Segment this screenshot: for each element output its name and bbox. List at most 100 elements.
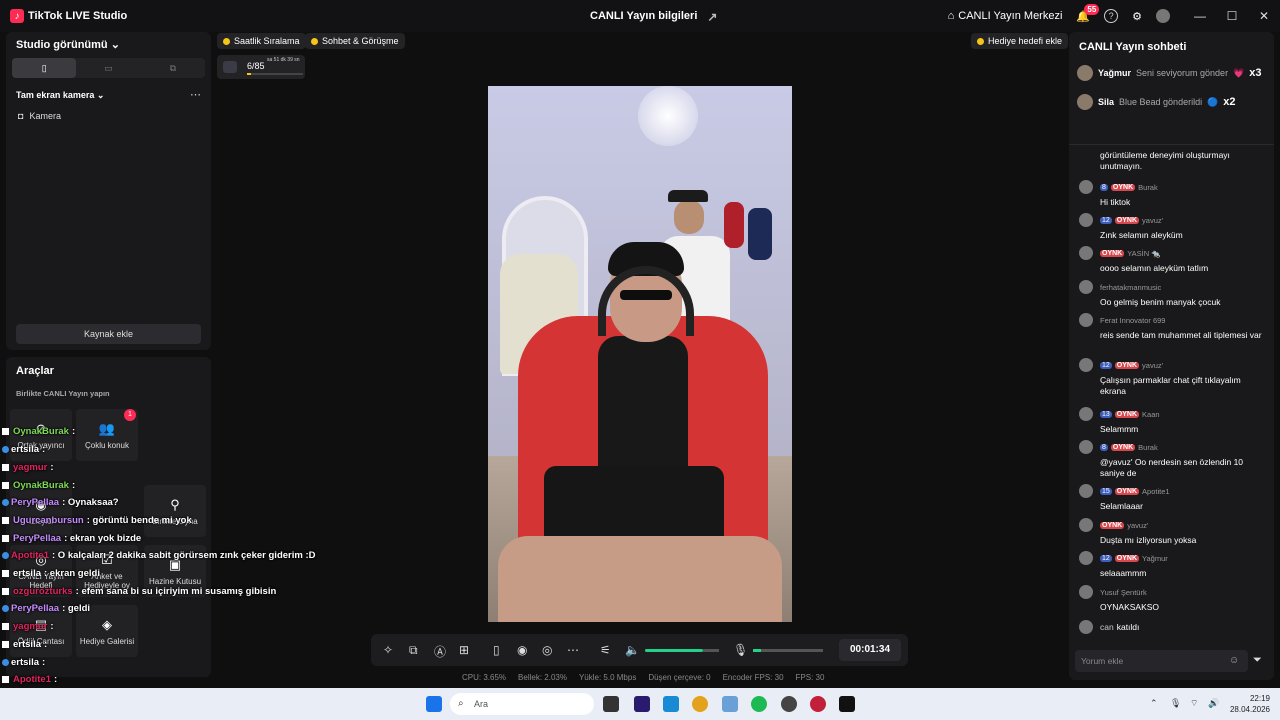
chat-user[interactable]: yavuz' [1127,521,1148,530]
spotify-icon[interactable] [751,696,767,712]
goal-progress-fill [247,73,251,75]
dual-mode-button[interactable]: ⧉ [141,58,205,78]
sliders-icon[interactable]: ⚟ [600,643,611,657]
portrait-mode-button[interactable]: ▯ [12,58,77,78]
chat-user[interactable]: YASİN 🐀 [1127,249,1160,258]
chat-user[interactable]: Yağmur [1142,554,1168,563]
app-icon[interactable] [810,696,826,712]
hourly-ranking-button[interactable]: Saatlik Sıralama [217,33,306,49]
chat-message[interactable]: 8 OYNK Burak Hi tiktok [1079,180,1264,208]
app-icon[interactable] [781,696,797,712]
play-together-tile[interactable]: ⚲ Birlikte Oyna [144,485,206,537]
focus-icon[interactable]: ◎ [542,643,552,657]
orientation-toggle: ▯ ▭ ⧉ [12,58,205,78]
chat-user[interactable]: ferhatakmanmusic [1100,283,1161,292]
clock[interactable]: 22:19 28.04.2026 [1230,693,1270,715]
chat-message[interactable]: 8 OYNK Burak @yavuz' Oo nerdesin sen özlend… [1079,440,1264,479]
more-icon[interactable]: ⋯ [567,643,579,657]
chat-user[interactable]: yavuz' [1142,216,1163,225]
goal-progress: 6/85 [247,61,265,71]
chat-message[interactable]: Yusuf Şentürk OYNAKSAKSO [1079,585,1264,613]
badge-icon [2,445,9,453]
effects-icon[interactable]: ⧉ [409,643,418,658]
chat-message[interactable]: 12 OYNK Yağmur selaaammm [1079,551,1264,579]
taskbar-search[interactable]: Ara [450,693,594,715]
chat-user[interactable]: Burak [1138,183,1158,192]
chat-user[interactable]: Kaan [1142,410,1160,419]
add-media-icon[interactable]: ⊞ [459,643,469,657]
overlay-chat-line: yagmur: [2,462,54,473]
chat-message[interactable]: 15 OYNK Apotite1 Selamlaaar [1079,484,1264,512]
filter-icon[interactable]: ⏷ [1253,654,1262,667]
chat-message[interactable]: 13 OYNK Kaan Selammm [1079,407,1264,435]
settings-button[interactable]: ⚙ [1132,10,1142,23]
outlook-icon[interactable] [663,696,679,712]
source-group-header[interactable]: Tam ekran kamera ⌄ [16,90,104,101]
close-button[interactable]: ✕ [1248,9,1280,23]
live-info-button[interactable]: CANLI Yayın bilgileri ↗ [590,10,717,24]
goal-card[interactable]: 6/85 sa 51 dk 39 sn [217,55,305,79]
live-center-button[interactable]: ⌂ CANLI Yayın Merkezi [948,10,1063,22]
overlay-chat-user: ertsila [11,657,39,668]
minimize-button[interactable]: — [1184,9,1216,23]
chat-text: Hi tiktok [1100,197,1131,207]
help-button[interactable]: ? [1104,9,1119,23]
tiktok-icon[interactable] [839,696,855,712]
portrait-icon[interactable]: ▯ [493,643,500,657]
ai-icon[interactable]: Ⓐ [434,643,446,660]
wifi-icon[interactable]: ⌔ [1190,698,1198,709]
windows-start-icon[interactable] [426,696,442,712]
join-notice: can katıldı [1079,620,1264,637]
speaker-icon[interactable]: 🔈 [625,643,640,657]
chat-icon [311,37,318,45]
chrome-icon[interactable] [692,696,708,712]
microphone-icon[interactable]: 🎙 [733,643,748,657]
comment-input[interactable]: Yorum ekle [1075,650,1248,672]
chat-user[interactable]: Burak [1138,443,1158,452]
chat-message[interactable]: OYNK YASİN 🐀 oooo selamın aleyküm tatlım [1079,246,1264,274]
app-icon[interactable] [722,696,738,712]
chat-message[interactable]: ferhatakmanmusic Oo gelmiş benim manyak ç… [1079,280,1264,308]
blue-bead-icon: 🔵 [1207,96,1219,107]
profile-button[interactable] [1156,9,1170,23]
magic-wand-icon[interactable]: ✧ [383,643,393,657]
mic-level-track[interactable] [761,649,823,652]
emoji-icon[interactable]: ☺ [1229,655,1239,666]
more-options-icon[interactable]: ⋯ [190,88,201,101]
volume-slider-fill[interactable] [645,649,703,652]
gift-icon [223,61,237,73]
chevron-down-icon: ⌄ [110,39,120,51]
notifications-button[interactable]: 🔔 55 [1076,3,1100,23]
camera-source-item[interactable]: ◘ Kamera [18,111,61,121]
maximize-button[interactable]: ☐ [1216,9,1248,23]
tray-chevron-icon[interactable]: ⌃ [1150,698,1158,709]
chat-user[interactable]: Apotite1 [1142,487,1170,496]
chat-user[interactable]: Yusuf Şentürk [1100,588,1147,597]
chat-message[interactable]: 12 OYNK yavuz' Zınk selamın aleyküm [1079,213,1264,241]
viewer-tile[interactable]: ◉ İzleyici [10,485,72,537]
chat-meet-button[interactable]: Sohbet & Görüşme [305,33,405,49]
chat-message[interactable]: 12 OYNK yavuz' Çalışsın parmaklar chat çift… [1079,358,1264,397]
pinned-gift[interactable]: Sila Blue Bead gönderildi 🔵 x2 [1077,94,1236,110]
after-effects-icon[interactable] [634,696,650,712]
chat-message[interactable]: Ferat Innovator 699 reis sende tam muhamm… [1079,313,1264,341]
add-source-button[interactable]: Kaynak ekle [16,324,201,344]
chat-user[interactable]: Ferat Innovator 699 [1100,316,1165,325]
record-icon[interactable]: ◉ [517,643,527,657]
badge-icon [2,604,9,612]
gift-goal-button[interactable]: Hediye hedefi ekle [971,33,1069,49]
chat-user[interactable]: yavuz' [1142,361,1163,370]
pinned-gift[interactable]: Yağmur Seni seviyorum gönder 💗 x3 [1077,65,1262,81]
volume-icon[interactable]: 🔊 [1208,698,1219,709]
volume-slider-track[interactable] [703,649,719,652]
landscape-mode-button[interactable]: ▭ [76,58,140,78]
studio-view-dropdown[interactable]: Studio görünümü ⌄ [16,38,120,51]
mic-level-fill[interactable] [753,649,761,652]
background-head [674,200,704,234]
badge-icon [2,534,9,542]
task-view-icon[interactable] [603,696,619,712]
mic-tray-icon[interactable]: 🎙 [1170,698,1181,709]
badge-icon [2,498,9,506]
chat-message[interactable]: OYNK yavuz' Duşta mı izliyorsun yoksa [1079,518,1264,546]
overlay-chat-user: yagmur [13,462,48,473]
